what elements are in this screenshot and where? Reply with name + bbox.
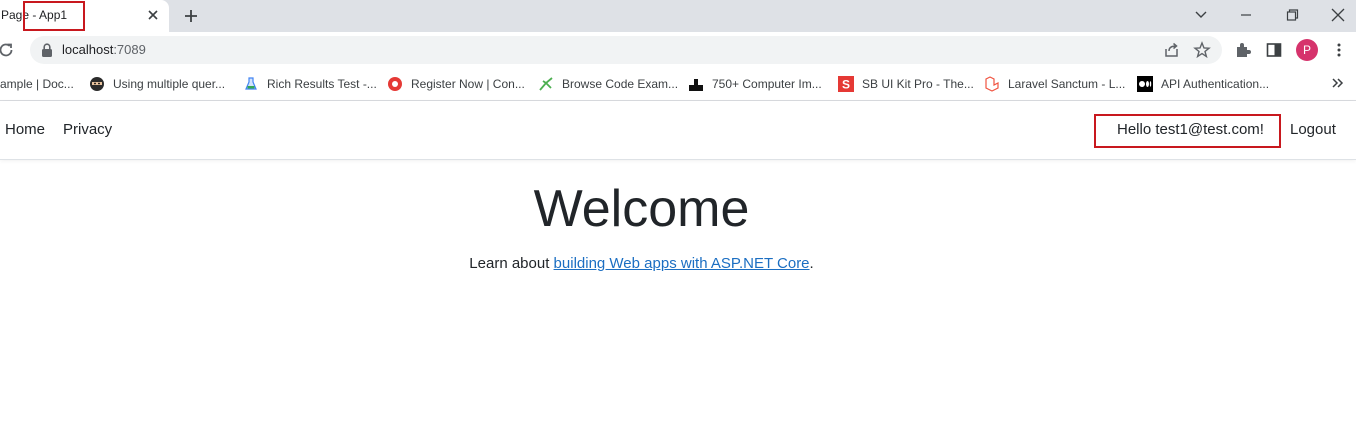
nav-home-link[interactable]: Home bbox=[5, 121, 45, 138]
lock-icon[interactable] bbox=[41, 43, 53, 57]
bookmark-label: Rich Results Test -... bbox=[267, 77, 377, 91]
bookmark-label: Laravel Sanctum - L... bbox=[1008, 77, 1126, 91]
extensions-icon[interactable] bbox=[1234, 41, 1252, 59]
bookmark-label: Using multiple quer... bbox=[113, 77, 226, 91]
tab-title: Page - App1 bbox=[1, 8, 68, 22]
bookmark-item[interactable]: Laravel Sanctum - L... bbox=[984, 75, 1125, 93]
bookmark-item[interactable]: Register Now | Con... bbox=[387, 75, 525, 93]
site-navbar: Home Privacy Hello test1@test.com! Logou… bbox=[0, 101, 1356, 160]
bookmark-item[interactable]: Using multiple quer... bbox=[89, 75, 225, 93]
google-flask-icon bbox=[243, 76, 259, 92]
bookmark-label: SB UI Kit Pro - The... bbox=[862, 77, 974, 91]
bookmark-label: Browse Code Exam... bbox=[562, 77, 679, 91]
laravel-icon bbox=[984, 76, 1000, 92]
side-panel-icon[interactable] bbox=[1265, 41, 1283, 59]
bookmark-item[interactable]: Rich Results Test -... bbox=[243, 75, 377, 93]
address-bar[interactable]: localhost:7089 bbox=[30, 36, 1222, 64]
lead-text: Learn about building Web apps with ASP.N… bbox=[469, 255, 814, 272]
close-tab-icon[interactable] bbox=[145, 7, 161, 23]
restore-icon[interactable] bbox=[1280, 4, 1304, 26]
new-tab-icon[interactable] bbox=[181, 6, 201, 26]
bookmark-label: API Authentication... bbox=[1161, 77, 1270, 91]
bookmark-label: 750+ Computer Im... bbox=[712, 77, 822, 91]
svg-text:S: S bbox=[842, 78, 850, 92]
page-title: Welcome bbox=[533, 180, 750, 238]
minimize-icon[interactable] bbox=[1234, 4, 1258, 26]
profile-avatar[interactable]: P bbox=[1296, 39, 1318, 61]
reload-icon[interactable] bbox=[0, 41, 15, 59]
grasshopper-icon bbox=[538, 76, 554, 92]
url-text[interactable]: localhost:7089 bbox=[62, 42, 146, 57]
close-window-icon[interactable] bbox=[1326, 4, 1350, 26]
menu-icon[interactable] bbox=[1330, 41, 1348, 59]
nav-greeting-link[interactable]: Hello test1@test.com! bbox=[1117, 121, 1264, 138]
bookmark-item[interactable]: ample | Doc... bbox=[0, 75, 74, 93]
web-page: Home Privacy Hello test1@test.com! Logou… bbox=[0, 101, 1356, 446]
bookmark-item[interactable]: API Authentication... bbox=[1137, 75, 1269, 93]
share-icon[interactable] bbox=[1163, 41, 1181, 59]
medium-icon bbox=[1137, 76, 1153, 92]
bookmark-label: ample | Doc... bbox=[0, 77, 74, 91]
tab-strip: Page - App1 bbox=[0, 0, 1356, 32]
more-bookmarks-icon[interactable] bbox=[1331, 76, 1345, 90]
sb-logo-icon: S bbox=[838, 76, 854, 92]
browser-tab[interactable]: Page - App1 bbox=[0, 0, 169, 32]
bookmark-label: Register Now | Con... bbox=[411, 77, 525, 91]
browser-toolbar: localhost:7089 P bbox=[0, 32, 1356, 68]
bookmark-star-icon[interactable] bbox=[1193, 41, 1211, 59]
bookmark-item[interactable]: 750+ Computer Im... bbox=[688, 75, 822, 93]
nav-logout-link[interactable]: Logout bbox=[1290, 121, 1336, 138]
nav-privacy-link[interactable]: Privacy bbox=[63, 121, 112, 138]
aspnet-docs-link[interactable]: building Web apps with ASP.NET Core bbox=[554, 255, 810, 272]
ninja-icon bbox=[89, 76, 105, 92]
red-circle-icon bbox=[387, 76, 403, 92]
bookmark-item[interactable]: Browse Code Exam... bbox=[538, 75, 678, 93]
bookmark-item[interactable]: S SB UI Kit Pro - The... bbox=[838, 75, 974, 93]
building-icon bbox=[688, 76, 704, 92]
bookmarks-bar: ample | Doc... Using multiple quer... Ri… bbox=[0, 68, 1356, 101]
tab-search-icon[interactable] bbox=[1189, 4, 1213, 26]
